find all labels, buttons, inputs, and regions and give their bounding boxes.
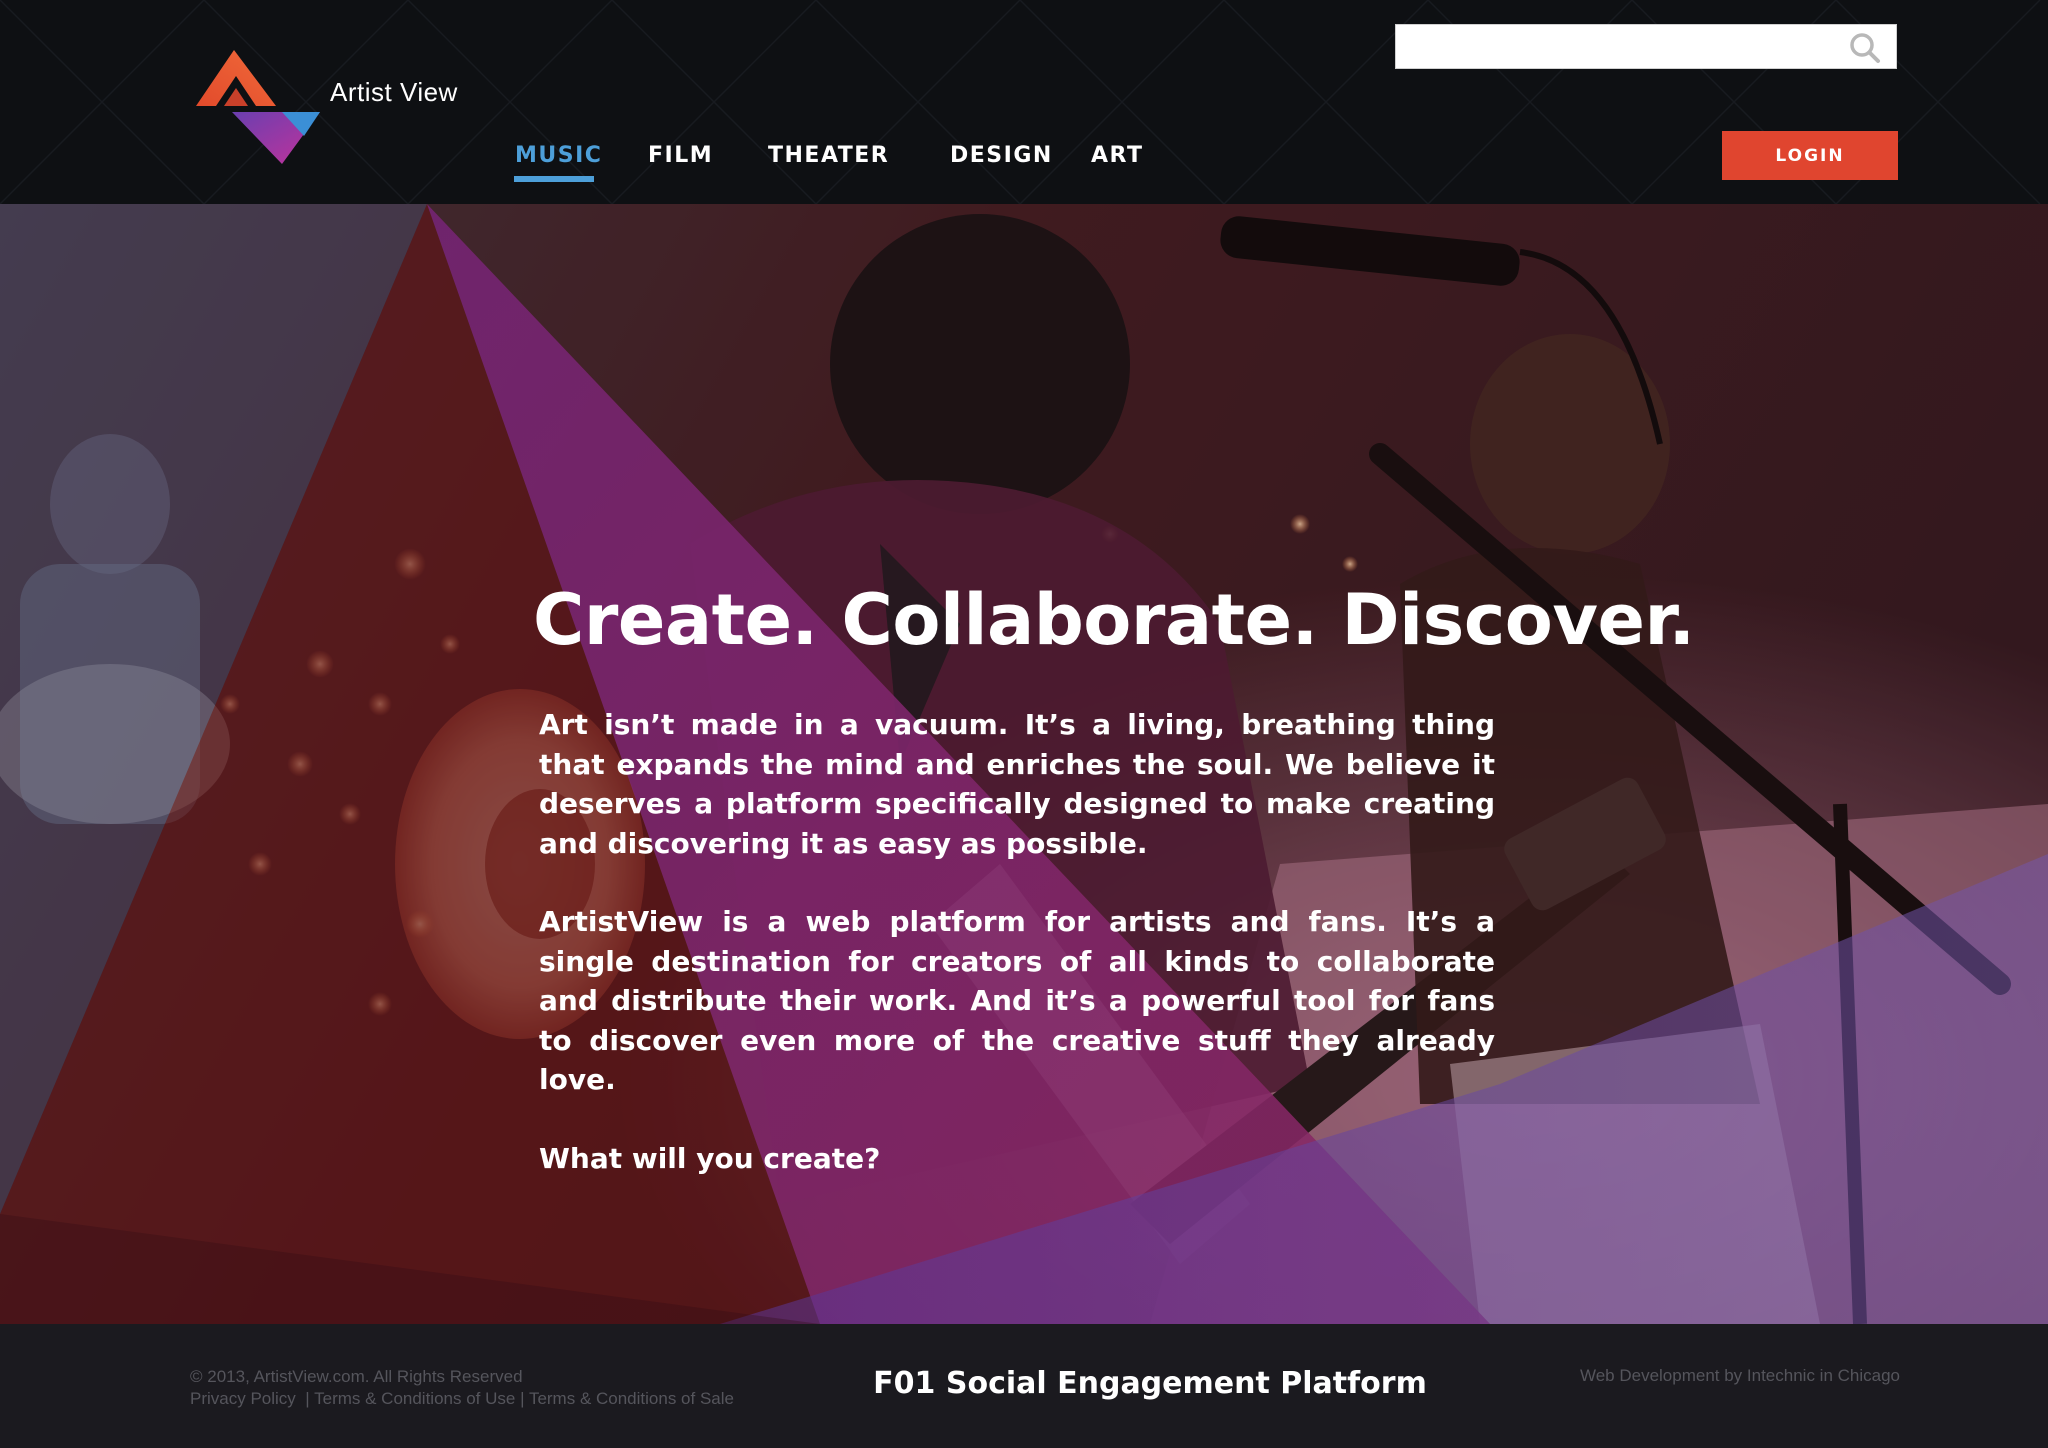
hero-section: Create. Collaborate. Discover. Art isn’t…: [0, 204, 2048, 1324]
nav-tab-music[interactable]: MUSIC: [515, 143, 602, 168]
nav-tab-art[interactable]: ART: [1091, 143, 1144, 168]
hero-paragraph-about: ArtistView is a web platform for artists…: [539, 905, 1495, 1096]
nav-tab-film[interactable]: FILM: [648, 143, 713, 168]
hero-content: Create. Collaborate. Discover. Art isn’t…: [533, 582, 1695, 1179]
search-icon[interactable]: [1848, 31, 1882, 65]
search-input[interactable]: [1396, 25, 1836, 68]
login-button[interactable]: LOGIN: [1722, 131, 1898, 180]
hero-title: Create. Collaborate. Discover.: [533, 579, 1695, 661]
hero-call-to-action: What will you create?: [539, 1141, 881, 1175]
nav-tab-design[interactable]: DESIGN: [950, 143, 1053, 168]
nav-active-indicator: [514, 176, 594, 182]
nav-tab-theater[interactable]: THEATER: [768, 143, 889, 168]
site-footer: © 2013, ArtistView.com. All Rights Reser…: [0, 1324, 2048, 1448]
developer-credit[interactable]: Web Development by Intechnic in Chicago: [1580, 1366, 1900, 1386]
site-header: Artist View MUSIC FILM THEATER DESIGN AR…: [0, 0, 2048, 204]
hero-paragraph-intro: Art isn’t made in a vacuum. It’s a livin…: [539, 708, 1495, 860]
search-box: [1395, 24, 1897, 69]
